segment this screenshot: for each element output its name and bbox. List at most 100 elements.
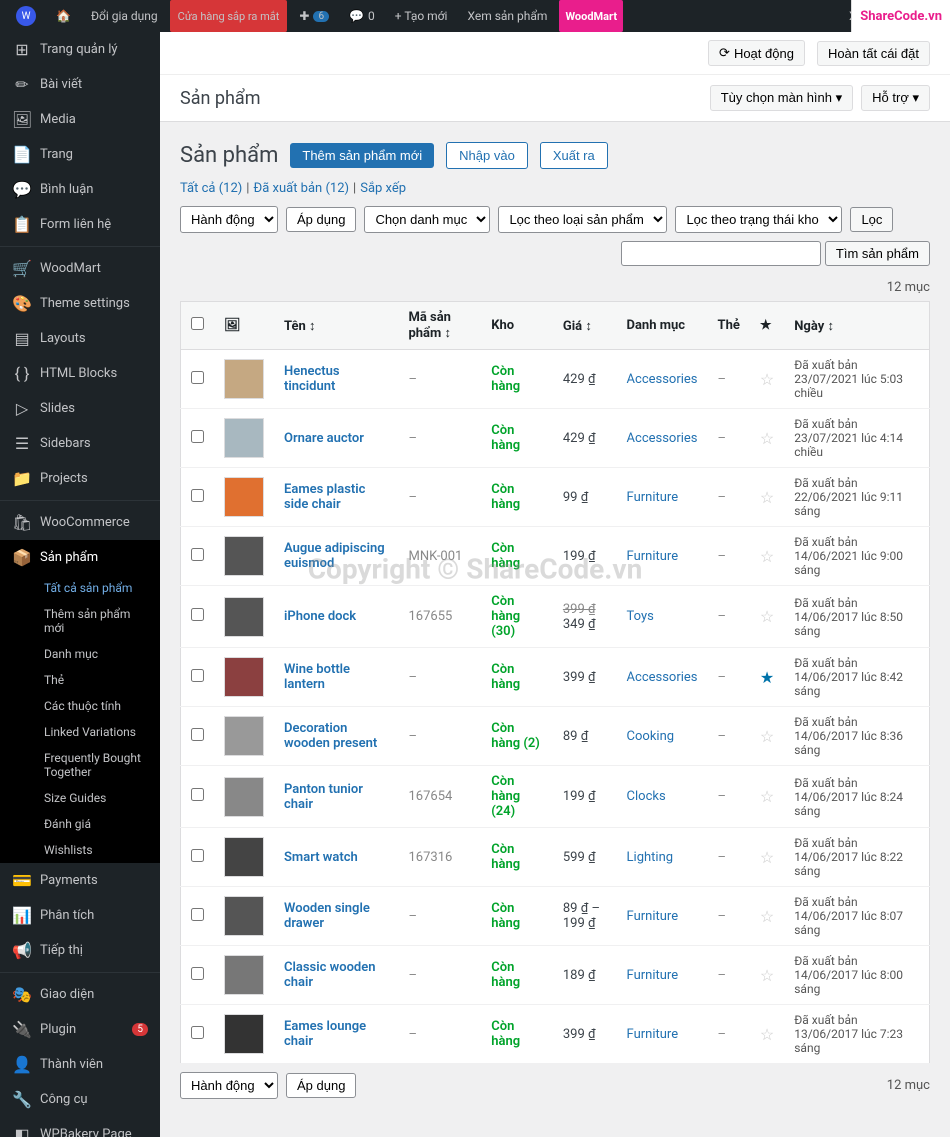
category-select[interactable]: Chọn danh mục xyxy=(364,206,490,233)
product-name-link[interactable]: Smart watch xyxy=(284,850,358,865)
sidebar-item-products[interactable]: 📦 Sản phẩm xyxy=(0,540,160,575)
export-button[interactable]: Xuất ra xyxy=(540,142,608,169)
type-select[interactable]: Lọc theo loại sản phẩm xyxy=(498,206,667,233)
select-all-checkbox[interactable] xyxy=(191,317,204,330)
product-star[interactable]: ☆ xyxy=(760,907,774,926)
product-star[interactable]: ★ xyxy=(760,668,774,687)
sidebar-item-media[interactable]: 🖼 Media xyxy=(0,102,160,137)
sidebar-item-payments[interactable]: 💳 Payments xyxy=(0,863,160,898)
th-price[interactable]: Giá ↕ xyxy=(553,302,617,350)
submenu-linked-variations[interactable]: Linked Variations xyxy=(0,719,160,745)
sidebar-item-theme-settings[interactable]: 🎨 Theme settings xyxy=(0,286,160,321)
product-name-link[interactable]: iPhone dock xyxy=(284,609,356,624)
product-name-link[interactable]: Wooden single drawer xyxy=(284,901,370,931)
wp-logo[interactable]: W xyxy=(8,0,44,32)
site-icon-item[interactable]: 🏠 xyxy=(48,0,79,32)
search-input[interactable] xyxy=(621,241,821,266)
row-checkbox[interactable] xyxy=(191,728,204,741)
row-checkbox[interactable] xyxy=(191,608,204,621)
product-category-link[interactable]: Clocks xyxy=(627,789,666,804)
row-checkbox[interactable] xyxy=(191,430,204,443)
product-category-link[interactable]: Accessories xyxy=(627,670,698,685)
view-product[interactable]: Xem sản phẩm xyxy=(459,0,555,32)
product-category-link[interactable]: Furniture xyxy=(627,968,679,983)
submenu-size-guides[interactable]: Size Guides xyxy=(0,785,160,811)
product-name-link[interactable]: Eames lounge chair xyxy=(284,1019,366,1049)
screen-options-button[interactable]: Tùy chọn màn hình ▾ xyxy=(710,85,853,111)
add-new-button[interactable]: Thêm sản phẩm mới xyxy=(290,143,434,168)
site-name[interactable]: Đổi gia dụng xyxy=(83,0,166,32)
bulk-action-select[interactable]: Hành động xyxy=(180,206,278,233)
create-new[interactable]: + Tạo mới xyxy=(387,0,456,32)
product-star[interactable]: ☆ xyxy=(760,370,774,389)
sidebar-item-forms[interactable]: 📋 Form liên hệ xyxy=(0,207,160,242)
comment-count[interactable]: 💬 0 xyxy=(341,0,383,32)
sidebar-item-users[interactable]: 👤 Thành viên xyxy=(0,1047,160,1082)
sidebar-item-posts[interactable]: ✏ Bài viết xyxy=(0,67,160,102)
sidebar-item-woodmart[interactable]: 🛒 WoodMart xyxy=(0,251,160,286)
product-star[interactable]: ☆ xyxy=(760,727,774,746)
product-category-link[interactable]: Furniture xyxy=(627,1027,679,1042)
product-star[interactable]: ☆ xyxy=(760,787,774,806)
sort-link[interactable]: Sắp xếp xyxy=(360,181,406,196)
help-button[interactable]: Hỗ trợ ▾ xyxy=(861,85,930,111)
submenu-attributes[interactable]: Các thuộc tính xyxy=(0,693,160,719)
product-name-link[interactable]: Classic wooden chair xyxy=(284,960,376,990)
sidebar-item-projects[interactable]: 📁 Projects xyxy=(0,461,160,496)
sidebar-item-dashboard[interactable]: ⊞ Trang quản lý xyxy=(0,32,160,67)
product-star[interactable]: ☆ xyxy=(760,848,774,867)
product-category-link[interactable]: Toys xyxy=(627,609,654,624)
sidebar-item-analytics[interactable]: 📊 Phân tích xyxy=(0,898,160,933)
submenu-frequently-bought[interactable]: Frequently Bought Together xyxy=(0,745,160,785)
sidebar-item-plugin[interactable]: 🔌 Plugin 5 xyxy=(0,1012,160,1047)
row-checkbox[interactable] xyxy=(191,967,204,980)
product-star[interactable]: ☆ xyxy=(760,547,774,566)
product-category-link[interactable]: Furniture xyxy=(627,549,679,564)
product-name-link[interactable]: Wine bottle lantern xyxy=(284,662,350,692)
bulk-action-select-bottom[interactable]: Hành động xyxy=(180,1072,278,1099)
product-category-link[interactable]: Accessories xyxy=(627,372,698,387)
product-star[interactable]: ☆ xyxy=(760,966,774,985)
submenu-add-product[interactable]: Thêm sản phẩm mới xyxy=(0,601,160,641)
product-category-link[interactable]: Cooking xyxy=(627,729,675,744)
new-count[interactable]: ✚ 6 xyxy=(291,0,337,32)
sidebar-item-tools[interactable]: 🔧 Công cụ xyxy=(0,1082,160,1117)
product-star[interactable]: ☆ xyxy=(760,1025,774,1044)
submenu-categories[interactable]: Danh mục xyxy=(0,641,160,667)
sidebar-item-html-blocks[interactable]: { } HTML Blocks xyxy=(0,356,160,391)
all-products-link[interactable]: Tất cả (12) xyxy=(180,181,242,196)
submenu-reviews[interactable]: Đánh giá xyxy=(0,811,160,837)
product-star[interactable]: ☆ xyxy=(760,429,774,448)
store-status[interactable]: Cửa hàng sắp ra mắt xyxy=(170,0,288,32)
product-name-link[interactable]: Henectus tincidunt xyxy=(284,364,340,394)
th-name[interactable]: Tên ↕ xyxy=(274,302,398,350)
row-checkbox[interactable] xyxy=(191,849,204,862)
sidebar-item-layouts[interactable]: ▤ Layouts xyxy=(0,321,160,356)
row-checkbox[interactable] xyxy=(191,908,204,921)
sidebar-item-wpbakery[interactable]: ◧ WPBakerv Page xyxy=(0,1117,160,1137)
row-checkbox[interactable] xyxy=(191,371,204,384)
product-name-link[interactable]: Ornare auctor xyxy=(284,431,364,446)
product-category-link[interactable]: Furniture xyxy=(627,490,679,505)
status-select[interactable]: Lọc theo trạng thái kho xyxy=(675,206,842,233)
sidebar-item-woocommerce[interactable]: 🛍 WooCommerce xyxy=(0,505,160,540)
row-checkbox[interactable] xyxy=(191,548,204,561)
search-button[interactable]: Tìm sản phẩm xyxy=(825,241,930,266)
submenu-tags[interactable]: Thẻ xyxy=(0,667,160,693)
product-category-link[interactable]: Lighting xyxy=(627,850,674,865)
apply-button[interactable]: Áp dụng xyxy=(286,207,356,232)
activity-button[interactable]: ⟳ Hoạt động xyxy=(708,40,805,66)
sidebar-item-marketing[interactable]: 📢 Tiếp thị xyxy=(0,933,160,968)
published-link[interactable]: Đã xuất bản (12) xyxy=(253,181,349,196)
th-date[interactable]: Ngày ↕ xyxy=(784,302,929,350)
sidebar-item-sidebars[interactable]: ☰ Sidebars xyxy=(0,426,160,461)
submenu-wishlists[interactable]: Wishlists xyxy=(0,837,160,863)
product-category-link[interactable]: Furniture xyxy=(627,909,679,924)
sidebar-item-slides[interactable]: ▷ Slides xyxy=(0,391,160,426)
product-name-link[interactable]: Decoration wooden present xyxy=(284,721,377,751)
row-checkbox[interactable] xyxy=(191,669,204,682)
woodmart-logo[interactable]: WoodMart xyxy=(559,0,623,32)
row-checkbox[interactable] xyxy=(191,1026,204,1039)
product-name-link[interactable]: Eames plastic side chair xyxy=(284,482,365,512)
product-name-link[interactable]: Augue adipiscing euismod xyxy=(284,541,385,571)
